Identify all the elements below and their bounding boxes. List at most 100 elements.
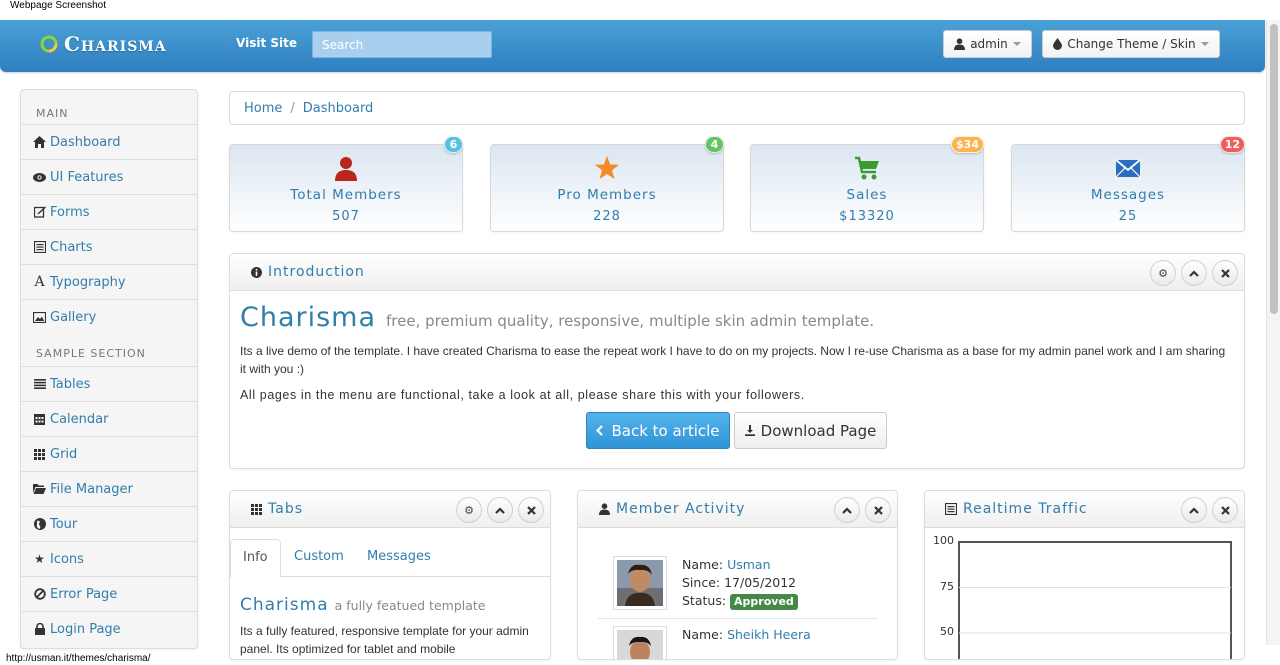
member-name-link[interactable]: Sheikh Heera [727,627,811,642]
realtime-traffic-box: Realtime Traffic 100 75 50 [924,490,1245,660]
chevron-left-icon [596,425,604,436]
tab-info[interactable]: Info [230,539,281,578]
stat-badge: 6 [444,136,463,153]
stat-total-members[interactable]: Total Members 507 6 [229,136,463,232]
stat-value: $13320 [839,209,895,224]
close-button[interactable] [518,497,544,523]
y-tick-label: 75 [940,579,954,593]
breadcrumb-home[interactable]: Home [244,101,282,116]
sidebar-item-tables[interactable]: Tables [21,366,197,401]
cart-icon [855,156,879,180]
breadcrumb-separator: / [290,100,295,116]
visit-site-link[interactable]: Visit Site [236,36,297,50]
sidebar-header-sample: SAMPLE SECTION [36,347,146,360]
sidebar-item-label: Tables [50,376,91,392]
introduction-box: Introduction ⚙ Charisma free, premium qu… [229,253,1245,469]
sidebar-item-file-manager[interactable]: File Manager [21,471,197,506]
box-title: Realtime Traffic [945,501,1088,517]
align-justify-icon [33,378,46,391]
settings-button[interactable]: ⚙ [456,497,482,523]
back-to-article-label: Back to article [611,421,720,440]
box-controls: ⚙ [1150,260,1238,286]
close-button[interactable] [1212,497,1238,523]
stat-value: 228 [593,209,621,224]
sidebar-item-label: Forms [50,204,90,220]
name-label: Name: [682,627,724,642]
sidebar-item-label: Grid [50,446,78,462]
sidebar-item-label: Gallery [50,309,97,325]
sidebar-item-ui-features[interactable]: UI Features [21,159,197,194]
user-icon [335,157,357,181]
stat-title: Total Members [290,187,402,203]
stat-messages[interactable]: Messages 25 12 [1011,136,1245,232]
sidebar-item-label: File Manager [50,481,133,497]
tab-messages[interactable]: Messages [355,539,443,577]
user-icon [598,503,610,515]
introduction-title: Introduction [268,264,365,280]
sidebar-item-typography[interactable]: A Typography [21,264,197,299]
collapse-button[interactable] [834,497,860,523]
box-title: Tabs [250,501,303,517]
close-button[interactable] [865,497,891,523]
avatar[interactable] [613,626,667,659]
globe-icon [33,518,46,531]
admin-user-label: admin [970,37,1008,51]
avatar[interactable] [613,556,667,610]
intro-heading: Charisma free, premium quality, responsi… [240,302,874,333]
breadcrumb-dashboard[interactable]: Dashboard [303,101,374,116]
ban-circle-icon [33,588,46,601]
tabs-paragraph: Its a fully featured, responsive templat… [240,624,529,656]
picture-icon [33,311,46,324]
close-button[interactable] [1212,260,1238,286]
user-icon [954,38,966,50]
stat-pro-members[interactable]: Pro Members 228 4 [490,136,724,232]
box-header: Tabs ⚙ [230,491,550,528]
page-scrollbar[interactable] [1266,20,1280,645]
intro-subtitle: free, premium quality, responsive, multi… [386,312,875,330]
status-bar-url: http://usman.it/themes/charisma/ [6,653,155,664]
sidebar-item-charts[interactable]: Charts [21,229,197,264]
chart-plot-frame [958,541,1232,659]
stat-badge: $34 [951,136,984,153]
close-icon [1220,505,1230,515]
chevron-up-icon [1189,506,1199,514]
member-info: Name: Sheikh Heera [682,626,811,644]
sidebar-item-gallery[interactable]: Gallery [21,299,197,334]
change-theme-button[interactable]: Change Theme / Skin [1042,30,1220,58]
breadcrumb: Home / Dashboard [229,91,1245,125]
member-name-link[interactable]: Usman [727,557,770,572]
sidebar-item-grid[interactable]: Grid [21,436,197,471]
chevron-up-icon [842,506,852,514]
intro-paragraph: Its a live demo of the template. I have … [240,344,1226,376]
gear-icon: ⚙ [1158,266,1168,280]
sidebar-item-label: Tour [50,516,78,532]
sidebar-item-label: Login Page [50,621,121,637]
back-to-article-button[interactable]: Back to article [586,412,730,449]
stat-badge: 4 [705,136,724,153]
sidebar-item-dashboard[interactable]: Dashboard [21,124,197,159]
sidebar-item-icons[interactable]: ★ Icons [21,541,197,576]
settings-button[interactable]: ⚙ [1150,260,1176,286]
sidebar-item-label: Typography [50,274,126,290]
stat-sales[interactable]: Sales $13320 $34 [750,136,984,232]
collapse-button[interactable] [1181,260,1207,286]
sidebar-item-error-page[interactable]: Error Page [21,576,197,611]
sidebar-item-tour[interactable]: Tour [21,506,197,541]
sidebar-item-login-page[interactable]: Login Page [21,611,197,646]
admin-user-button[interactable]: admin [943,30,1032,58]
sidebar-item-calendar[interactable]: Calendar [21,401,197,436]
intro-paragraph-2: All pages in the menu are functional, ta… [240,388,805,402]
stat-badge: 12 [1219,136,1245,153]
download-page-button[interactable]: Download Page [734,412,887,449]
box-title: Introduction [250,264,365,280]
brand[interactable]: Charisma [38,32,167,56]
collapse-button[interactable] [487,497,513,523]
collapse-button[interactable] [1181,497,1207,523]
scrollbar-thumb[interactable] [1270,24,1278,314]
search-input[interactable] [312,31,492,58]
tabs-heading: Charisma a fully featued template [240,595,485,615]
tab-custom[interactable]: Custom [282,539,356,577]
close-icon [526,505,536,515]
sidebar-item-forms[interactable]: Forms [21,194,197,229]
tabs-heading-sub: a fully featued template [334,598,486,613]
